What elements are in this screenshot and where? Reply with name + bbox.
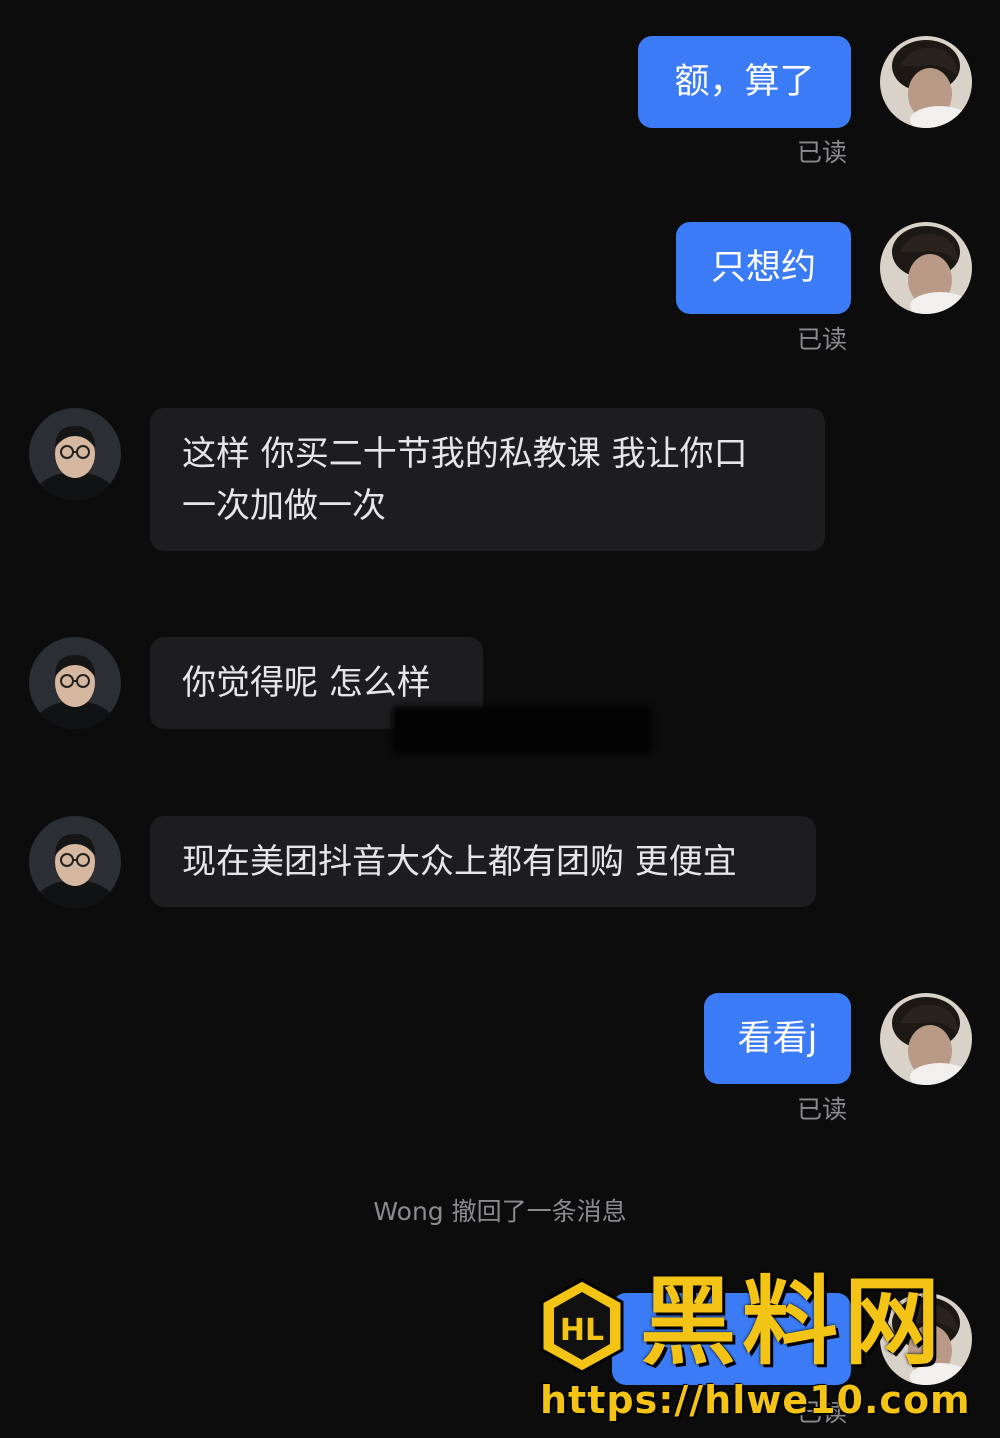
self-avatar[interactable] [880,993,972,1085]
message-text: 额，算了 [674,62,815,102]
read-receipt: 已读 [797,1095,848,1124]
incoming-message-bubble[interactable]: 现在美团抖音大众上都有团购 更便宜 [150,816,816,907]
self-avatar-image [880,222,972,314]
read-receipt: 已读 [797,138,848,167]
self-avatar[interactable] [880,36,972,128]
recall-notice: Wong 撤回了一条消息 [373,1197,627,1226]
contact-avatar[interactable] [29,816,121,908]
watermark-logo-icon: HL [540,1278,624,1374]
outgoing-message-bubble[interactable]: 只想约 [676,222,851,314]
contact-avatar-image [29,816,121,908]
contact-avatar-image [29,637,121,729]
message-text: 看看j [737,1018,818,1059]
message-text-line: 这样 你买二十节我的私教课 我让你口 [182,434,748,474]
watermark-url: https://hlwe10.com [540,1378,971,1422]
read-receipt: 已读 [797,325,848,354]
self-avatar-image [880,36,972,128]
contact-avatar[interactable] [29,637,121,729]
outgoing-message-bubble[interactable]: 看看j [704,993,851,1084]
incoming-message-bubble[interactable]: 这样 你买二十节我的私教课 我让你口 一次加做一次 [150,408,825,551]
message-text: 只想约 [710,248,816,288]
message-text: 现在美团抖音大众上都有团购 更便宜 [182,841,737,882]
contact-avatar-image [29,408,121,500]
self-avatar[interactable] [880,222,972,314]
self-avatar-image [880,993,972,1085]
contact-avatar[interactable] [29,408,121,500]
watermark-title: 黑料网 [640,1266,946,1378]
outgoing-message-bubble[interactable]: 额，算了 [638,36,851,128]
message-text-line: 一次加做一次 [182,486,386,526]
message-text: 你觉得呢 怎么样 [182,663,431,703]
watermark-logo-letters: HL [560,1313,604,1348]
redaction-mark [392,706,652,754]
